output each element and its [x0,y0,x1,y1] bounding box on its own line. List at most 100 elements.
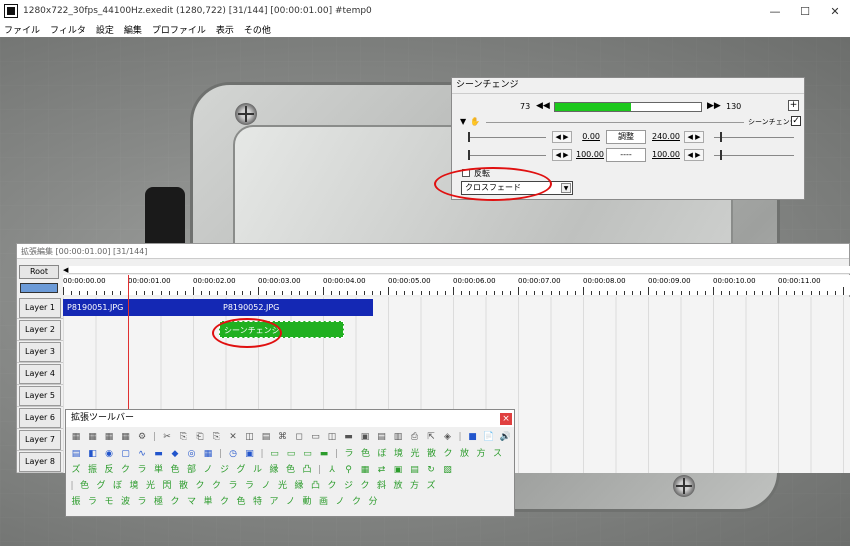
layer-button-5[interactable]: Layer 5 [19,386,61,406]
toolbar-tool-icon[interactable]: 光 [408,448,422,461]
menu-profile[interactable]: プロファイル [152,23,206,36]
toolbar-tool-icon[interactable]: ↻ [424,464,438,477]
toolbar-tool-icon[interactable]: ▣ [391,464,405,477]
toolbar-tool-icon[interactable]: ▦ [102,431,116,444]
toolbar-tool-icon[interactable]: ◷ [226,448,240,461]
time-ruler[interactable]: 00:00:00.00 00:00:01.00 00:00:02.00 00:0… [63,275,850,295]
toolbar-tool-icon[interactable]: ▣ [358,431,372,444]
zoom-scrollbar[interactable] [20,283,58,293]
toolbar-tool-icon[interactable]: 凸 [300,464,314,477]
toolbar-tool-icon[interactable]: 振 [86,464,100,477]
toolbar-tool-icon[interactable]: ク [119,464,133,477]
toolbar-tool-icon[interactable]: ノ [284,496,298,509]
slider-track[interactable] [468,155,546,156]
toolbar-tool-icon[interactable]: 凸 [309,480,323,493]
toolbar-tool-icon[interactable]: ⚙ [135,431,149,444]
toolbar-tool-icon[interactable]: ズ [69,464,83,477]
toolbar-tool-icon[interactable]: 散 [425,448,439,461]
toolbar-tool-icon[interactable]: ▤ [259,431,273,444]
toolbar-tool-icon[interactable]: ク [358,480,372,493]
layer-lane[interactable] [63,341,850,363]
toolbar-tool-icon[interactable]: ▭ [301,448,315,461]
toolbar-tool-icon[interactable]: ⇱ [424,431,438,444]
maximize-button[interactable]: ☐ [790,0,820,22]
toolbar-tool-icon[interactable]: ラ [226,480,240,493]
stepper-arrows[interactable]: ◀ ▶ [552,149,572,161]
toolbar-tool-icon[interactable]: ▬ [152,448,166,461]
toolbar-tool-icon[interactable]: 閃 [160,480,174,493]
toolbar-tool-icon[interactable]: ▤ [69,448,83,461]
toolbar-tool-icon[interactable]: ア [267,496,281,509]
toolbar-tool-icon[interactable]: 散 [177,480,191,493]
toolbar-tool-icon[interactable]: 境 [392,448,406,461]
toolbar-tool-icon[interactable]: ▤ [408,464,422,477]
layer-button-1[interactable]: Layer 1 [19,298,61,318]
toolbar-tool-icon[interactable]: ▬ [342,431,356,444]
toolbar-tool-icon[interactable]: ◻ [292,431,306,444]
toolbar-tool-icon[interactable]: ク [325,480,339,493]
horizontal-scrollbar[interactable] [69,266,850,274]
param-mode-button[interactable]: ---- [606,148,646,162]
layer-button-7[interactable]: Layer 7 [19,430,61,450]
toolbar-tool-icon[interactable]: ◆ [168,448,182,461]
toolbar-tool-icon[interactable]: ラ [135,464,149,477]
toolbar-tool-icon[interactable]: ⚲ [342,464,356,477]
menu-file[interactable]: ファイル [4,23,40,36]
toolbar-tool-icon[interactable]: ▤ [375,431,389,444]
toolbar-tool-icon[interactable]: ノ [201,464,215,477]
slider-track[interactable] [468,137,546,138]
add-button[interactable]: + [788,100,799,111]
toolbar-tool-icon[interactable]: 放 [391,480,405,493]
toolbar-tool-icon[interactable]: ク [350,496,364,509]
param-value-start[interactable]: 0.00 [576,132,600,141]
toolbar-tool-icon[interactable]: ⎘ [210,431,224,444]
toolbar-tool-icon[interactable]: ✂ [160,431,174,444]
toolbar-tool-icon[interactable]: ⇄ [375,464,389,477]
close-button[interactable]: ✕ [820,0,850,22]
collapse-triangle-icon[interactable]: ▼ [460,117,466,126]
toolbar-tool-icon[interactable]: ぼ [111,480,125,493]
next-keyframe-button[interactable]: ▶▶ [707,101,721,111]
slider-handle[interactable] [468,150,470,160]
toolbar-tool-icon[interactable]: ▦ [201,448,215,461]
toolbar-tool-icon[interactable]: ⎙ [408,431,422,444]
prev-keyframe-button[interactable]: ◀◀ [536,101,550,111]
slider-handle[interactable] [720,150,722,160]
stepper-arrows[interactable]: ◀ ▶ [552,131,572,143]
toolbar-tool-icon[interactable]: ◫ [325,431,339,444]
minimize-button[interactable]: — [760,0,790,22]
menu-view[interactable]: 表示 [216,23,234,36]
slider-handle[interactable] [720,132,722,142]
toolbar-tool-icon[interactable]: 反 [102,464,116,477]
toolbar-tool-icon[interactable]: ⌘ [276,431,290,444]
toolbar-tool-icon[interactable]: ラ [243,480,257,493]
toolbar-tool-icon[interactable]: ノ [333,496,347,509]
layer-lane[interactable] [63,385,850,407]
toolbar-tool-icon[interactable]: ぼ [375,448,389,461]
toolbar-tool-icon[interactable]: ノ [259,480,273,493]
toolbar-tool-icon[interactable]: 🔊 [499,431,513,444]
toolbar-tool-icon[interactable]: 色 [359,448,373,461]
effect-enable-checkbox[interactable]: ✓ [791,116,801,126]
dropdown-arrow-icon[interactable]: ▼ [561,183,571,193]
layer-button-4[interactable]: Layer 4 [19,364,61,384]
toolbar-tool-icon[interactable]: 単 [152,464,166,477]
toolbar-tool-icon[interactable]: 色 [168,464,182,477]
layer-button-8[interactable]: Layer 8 [19,452,61,472]
toolbar-tool-icon[interactable]: マ [185,496,199,509]
toolbar-tool-icon[interactable]: 部 [185,464,199,477]
frame-range-bar[interactable] [554,102,702,112]
toolbar-tool-icon[interactable]: ラ [135,496,149,509]
toolbar-close-button[interactable]: × [500,413,512,425]
toolbar-tool-icon[interactable]: ▭ [268,448,282,461]
toolbar-tool-icon[interactable]: ク [193,480,207,493]
toolbar-tool-icon[interactable]: 方 [408,480,422,493]
stepper-arrows[interactable]: ◀ ▶ [684,149,704,161]
layer-button-6[interactable]: Layer 6 [19,408,61,428]
toolbar-tool-icon[interactable]: グ [94,480,108,493]
toolbar-tool-icon[interactable]: ▦ [86,431,100,444]
menu-other[interactable]: その他 [244,23,271,36]
toolbar-tool-icon[interactable]: 色 [284,464,298,477]
toolbar-tool-icon[interactable]: ▭ [309,431,323,444]
toolbar-tool-icon[interactable]: ▬ [317,448,331,461]
